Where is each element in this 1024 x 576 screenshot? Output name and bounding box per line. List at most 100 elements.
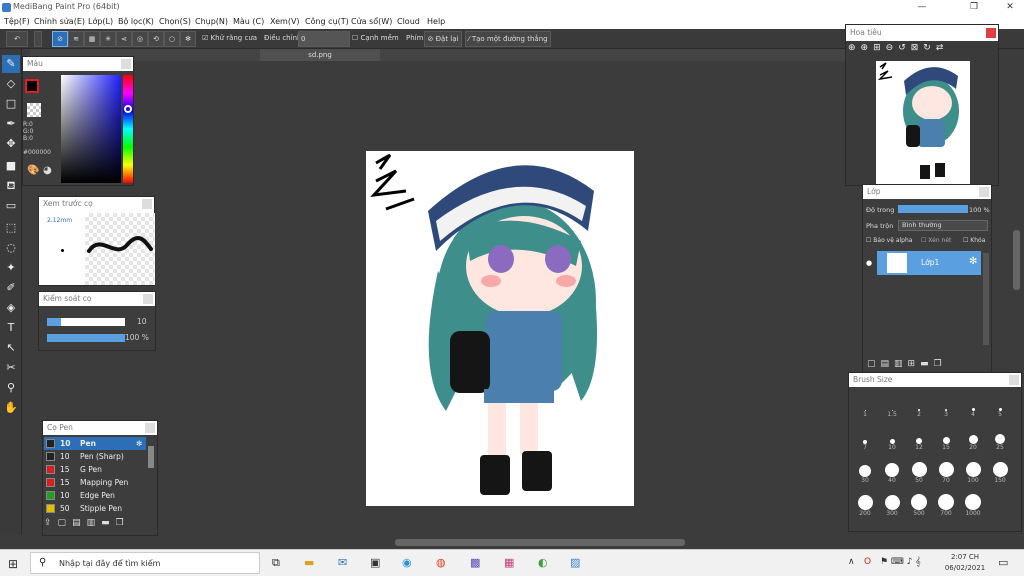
brush-list-scrollbar[interactable] [148, 446, 154, 468]
folder-icon[interactable]: ▬ [101, 518, 116, 528]
select-pen-tool[interactable]: ✐ [2, 279, 20, 297]
layer-opacity-slider[interactable] [898, 205, 968, 213]
brush-size-option[interactable]: 5 [988, 393, 1012, 419]
brush-tool[interactable]: ✎ [2, 55, 20, 73]
text-tool[interactable]: T [2, 319, 20, 337]
menu-filter[interactable]: Bộ lọc(K) [118, 17, 154, 26]
lasso-tool[interactable]: ◌ [2, 239, 20, 257]
move-tool[interactable]: ✥ [2, 135, 20, 153]
select-tool[interactable]: ⬚ [2, 219, 20, 237]
navigator-thumbnail[interactable] [876, 61, 970, 185]
mail-icon[interactable]: ✉ [338, 556, 347, 569]
maximize-button[interactable]: ❐ [960, 0, 988, 15]
adjust-input[interactable]: 0 [298, 31, 350, 47]
gacha-app-icon[interactable]: ▩ [470, 556, 480, 569]
snap-curve-button[interactable]: ⟲ [148, 31, 164, 47]
tab-document[interactable]: sd.png [260, 49, 380, 61]
windows-start-icon[interactable]: ⊞ [8, 557, 18, 571]
visibility-icon[interactable]: ● [866, 259, 872, 267]
antialias-checkbox[interactable]: ☑ Khử răng cưa [202, 34, 257, 42]
transparent-color[interactable] [27, 103, 41, 117]
close-icon[interactable] [142, 199, 152, 209]
menu-color[interactable]: Màu (C) [233, 17, 264, 26]
zoom-out-icon[interactable]: ⊖ [886, 43, 899, 53]
task-view-icon[interactable]: ⧉ [272, 556, 280, 570]
fill-shape-tool[interactable]: ■ [2, 157, 20, 175]
menu-window[interactable]: Cửa sổ(W) [351, 17, 392, 26]
menu-tools[interactable]: Công cụ(T) [305, 17, 349, 26]
store-icon[interactable]: ▣ [370, 556, 380, 569]
brush-size-option[interactable]: 7 [853, 426, 877, 452]
operation-tool[interactable]: ↖ [2, 339, 20, 357]
close-icon[interactable] [979, 187, 989, 197]
vertical-scrollbar[interactable] [1013, 230, 1020, 290]
clock[interactable]: 2:07 CH 06/02/2021 [940, 552, 990, 574]
brush-size-option[interactable]: 20 [961, 426, 985, 452]
close-button[interactable]: ✕ [996, 0, 1024, 15]
brush-size-option[interactable]: 30 [853, 459, 877, 485]
close-icon[interactable] [143, 294, 153, 304]
folder-icon[interactable]: ▬ [920, 359, 934, 369]
reset-view-icon[interactable]: ⊠ [911, 43, 924, 53]
snap-vanish-button[interactable]: ⋖ [116, 31, 132, 47]
menu-select[interactable]: Chọn(S) [159, 17, 191, 26]
new-halftone-icon[interactable]: ▤ [881, 359, 895, 369]
tray-icons[interactable]: ⚑ ⌨ ♪ 𝄞 [880, 557, 921, 567]
dot-tool[interactable]: □ [2, 95, 20, 113]
minimize-button[interactable]: — [908, 0, 936, 15]
palette-icon[interactable]: 🎨 [27, 165, 39, 176]
menu-layer[interactable]: Lớp(L) [88, 17, 113, 26]
layer-row[interactable]: Lớp1 ✻ [877, 251, 981, 275]
menu-cloud[interactable]: Cloud [397, 17, 420, 26]
duplicate-icon[interactable]: ❐ [116, 518, 130, 528]
new-layer-icon[interactable]: ▢ [867, 359, 881, 369]
file-explorer-icon[interactable]: ▬ [304, 556, 314, 569]
drawing-canvas[interactable] [366, 151, 634, 506]
brush-size-option[interactable]: 12 [907, 426, 931, 452]
hand-tool[interactable]: ✋ [2, 399, 20, 417]
game-app-icon[interactable]: ▦ [504, 556, 514, 569]
brush-size-option[interactable]: 1.5 [880, 393, 904, 419]
foreground-color[interactable] [25, 79, 39, 93]
gear-icon[interactable]: ✻ [136, 437, 142, 450]
select-eraser-tool[interactable]: ◈ [2, 299, 20, 317]
snap-parallel-button[interactable]: ≋ [68, 31, 84, 47]
eyedropper-tool[interactable]: ⚲ [2, 379, 20, 397]
divide-tool[interactable]: ✂ [2, 359, 20, 377]
brush-size-option[interactable]: 300 [880, 492, 904, 518]
hue-handle[interactable] [124, 105, 132, 113]
brush-item-pen-sharp[interactable]: 10 Pen (Sharp) [44, 450, 146, 463]
brush-size-option[interactable]: 4 [961, 393, 985, 419]
toolbar-grip[interactable] [34, 31, 42, 47]
gear-icon[interactable]: ✻ [969, 256, 977, 267]
snap-ellipse-button[interactable]: ○ [164, 31, 180, 47]
menu-view[interactable]: Xem(V) [270, 17, 300, 26]
hue-slider[interactable] [123, 75, 133, 183]
add-layer-menu-icon[interactable]: ⊞ [908, 359, 921, 369]
menu-file[interactable]: Tệp(F) [4, 17, 30, 26]
rotate-left-icon[interactable]: ↺ [898, 43, 911, 53]
undo-button[interactable]: ↶ [6, 31, 28, 47]
edge-browser-icon[interactable]: ◉ [402, 556, 412, 569]
snap-off-button[interactable]: ⊘ [52, 31, 68, 47]
brush-item-pen[interactable]: 10 Pen ✻ [44, 437, 146, 450]
tray-chevron-icon[interactable]: ∧ [848, 557, 855, 567]
zoom-in-icon[interactable]: ⊕ [861, 43, 874, 53]
brush-size-option[interactable]: 200 [853, 492, 877, 518]
new-8bit-icon[interactable]: ▥ [894, 359, 908, 369]
close-icon[interactable] [986, 28, 996, 38]
brush-size-option[interactable]: 2 [907, 393, 931, 419]
photos-icon[interactable]: ▨ [570, 556, 580, 569]
horizontal-scrollbar[interactable] [395, 539, 685, 546]
pen-tool[interactable]: ✒ [2, 115, 20, 133]
menu-capture[interactable]: Chụp(N) [195, 17, 228, 26]
eraser-tool[interactable]: ◇ [2, 75, 20, 93]
reset-button[interactable]: ⊘ Đặt lại [424, 31, 462, 47]
brush-size-option[interactable]: 700 [934, 492, 958, 518]
snap-setting-button[interactable]: ✻ [180, 31, 196, 47]
zoom-in-icon[interactable]: ⊕ [848, 43, 861, 53]
color-history-icon[interactable]: ◕ [43, 165, 52, 176]
saturation-value-picker[interactable] [61, 75, 121, 183]
brush-item-mapping-pen[interactable]: 15 Mapping Pen [44, 476, 146, 489]
snap-grid-button[interactable]: ▦ [84, 31, 100, 47]
